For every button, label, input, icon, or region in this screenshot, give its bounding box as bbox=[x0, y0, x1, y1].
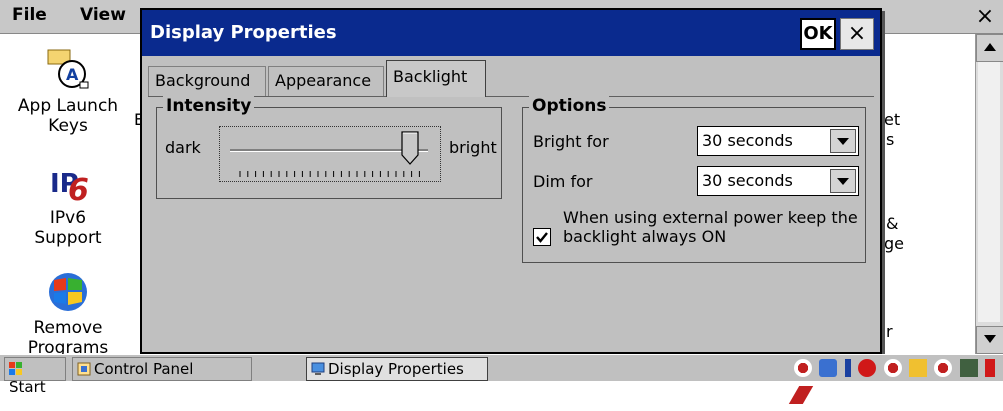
peek-text: ge bbox=[884, 234, 904, 253]
battery-icon[interactable] bbox=[909, 359, 928, 377]
bright-for-select[interactable]: 30 seconds bbox=[697, 126, 859, 156]
bright-label: bright bbox=[449, 138, 497, 157]
arrow-up-icon bbox=[984, 43, 996, 51]
windows-flag-icon bbox=[9, 362, 22, 375]
dim-for-select[interactable]: 30 seconds bbox=[697, 166, 859, 196]
control-panel-label: Control Panel bbox=[94, 360, 194, 378]
connection-icon[interactable] bbox=[819, 359, 838, 377]
ipv6-label-1: IPv6 bbox=[49, 208, 87, 228]
ipv6-label-2: Support bbox=[34, 228, 102, 248]
keyboard-icon[interactable] bbox=[959, 359, 978, 377]
chevron-down-icon bbox=[837, 138, 849, 145]
dialog-titlebar: Display Properties OK × bbox=[142, 10, 880, 56]
scroll-up-button[interactable] bbox=[976, 34, 1003, 62]
network-icon-3[interactable] bbox=[934, 359, 953, 377]
svg-text:6: 6 bbox=[68, 173, 89, 204]
remove-programs-icon bbox=[49, 273, 87, 311]
peek-text: & bbox=[886, 214, 899, 233]
dim-for-dropdown-button[interactable] bbox=[830, 169, 856, 193]
peek-text: r bbox=[886, 322, 893, 341]
pen-icon[interactable] bbox=[788, 386, 814, 404]
arrow-down-icon bbox=[984, 335, 996, 343]
slider-thumb[interactable] bbox=[401, 131, 419, 165]
taskbar: Start Control Panel Display Properties bbox=[0, 354, 1003, 404]
display-properties-dialog: Display Properties OK × Background Appea… bbox=[140, 8, 882, 354]
network-icon[interactable] bbox=[794, 359, 812, 377]
display-icon bbox=[311, 362, 325, 375]
scroll-down-button[interactable] bbox=[976, 326, 1003, 354]
remove-programs-item[interactable]: Remove Programs bbox=[8, 270, 128, 354]
bright-for-label: Bright for bbox=[533, 132, 609, 151]
intensity-group: Intensity dark bright bbox=[156, 96, 502, 199]
svg-text:A: A bbox=[66, 65, 79, 84]
ok-button[interactable]: OK bbox=[800, 18, 836, 50]
power-icon[interactable] bbox=[985, 359, 996, 377]
app-launch-keys-label-2: Keys bbox=[48, 116, 88, 136]
display-properties-label: Display Properties bbox=[328, 360, 464, 378]
remove-programs-label-1: Remove bbox=[33, 318, 103, 338]
network-icon-2[interactable] bbox=[883, 359, 902, 377]
app-launch-keys-item[interactable]: A App Launch Keys bbox=[8, 48, 128, 136]
chevron-down-icon bbox=[837, 178, 849, 185]
options-legend: Options bbox=[529, 96, 610, 116]
taskbar-display-properties[interactable]: Display Properties bbox=[306, 357, 488, 381]
control-panel-icon bbox=[77, 362, 91, 376]
bright-for-dropdown-button[interactable] bbox=[830, 129, 856, 153]
dark-label: dark bbox=[165, 138, 201, 157]
intensity-slider[interactable] bbox=[219, 126, 441, 182]
no-network-icon[interactable] bbox=[858, 359, 877, 377]
backlight-tab-panel: Intensity dark bright Options Bright for… bbox=[148, 96, 874, 346]
ipv6-support-item[interactable]: IP 6 IPv6 Support bbox=[8, 160, 128, 248]
bright-for-value: 30 seconds bbox=[702, 131, 793, 150]
ipv6-icon: IP 6 bbox=[50, 169, 89, 204]
app-launch-keys-icon: A bbox=[47, 49, 89, 89]
start-button[interactable]: Start bbox=[4, 357, 66, 396]
window-close-button[interactable]: × bbox=[971, 4, 999, 30]
app-launch-keys-label-1: App Launch bbox=[17, 96, 119, 116]
scroll-thumb[interactable] bbox=[978, 62, 1000, 322]
slider-ticks bbox=[239, 171, 420, 177]
dialog-title: Display Properties bbox=[150, 22, 337, 43]
dim-for-label: Dim for bbox=[533, 172, 593, 191]
intensity-legend: Intensity bbox=[163, 96, 255, 116]
menu-view[interactable]: View bbox=[80, 5, 126, 25]
external-power-label[interactable]: When using external power keep the backl… bbox=[563, 208, 863, 246]
system-tray bbox=[788, 357, 1003, 404]
checkmark-icon bbox=[536, 232, 548, 243]
peek-text: s bbox=[886, 130, 895, 149]
remove-programs-label-2: Programs bbox=[27, 338, 109, 354]
options-group: Options Bright for 30 seconds Dim for 30… bbox=[522, 96, 866, 263]
peek-text: et bbox=[884, 110, 901, 129]
info-icon[interactable] bbox=[844, 359, 851, 377]
tab-backlight[interactable]: Backlight bbox=[386, 60, 486, 97]
tab-appearance[interactable]: Appearance bbox=[268, 66, 384, 96]
external-power-checkbox[interactable] bbox=[533, 228, 551, 246]
vertical-scrollbar[interactable] bbox=[975, 34, 1003, 354]
dim-for-value: 30 seconds bbox=[702, 171, 793, 190]
taskbar-control-panel[interactable]: Control Panel bbox=[72, 357, 252, 381]
tab-background[interactable]: Background bbox=[148, 66, 266, 96]
menu-file[interactable]: File bbox=[12, 5, 47, 25]
slider-track bbox=[230, 149, 428, 152]
dialog-close-button[interactable]: × bbox=[840, 18, 874, 50]
